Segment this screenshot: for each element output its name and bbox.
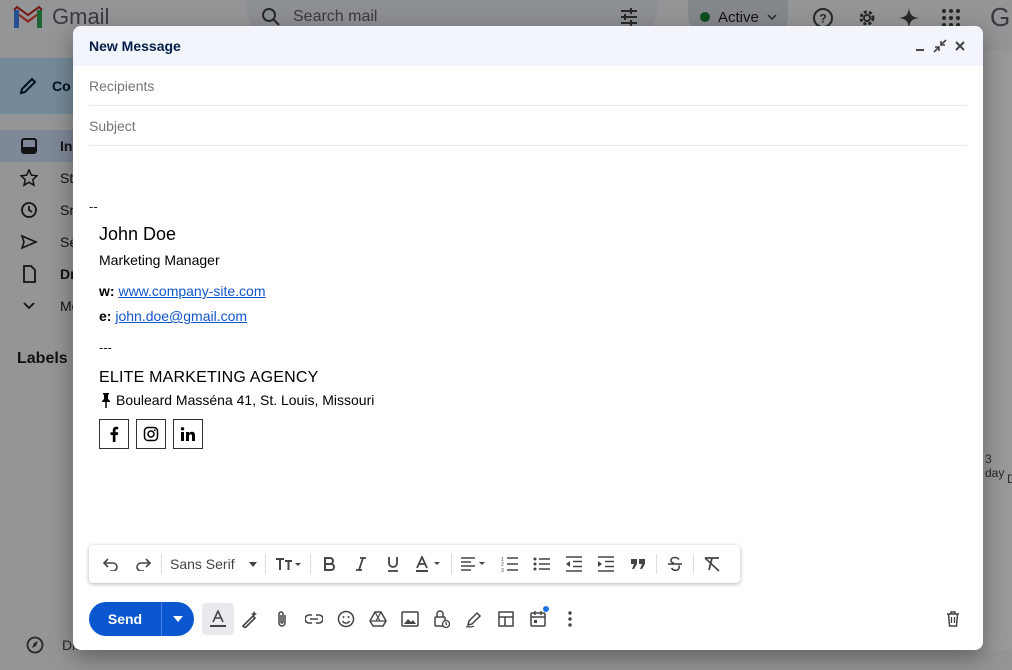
email-signature: John Doe Marketing Manager w: www.compan…	[99, 224, 374, 449]
toolbar-divider	[309, 554, 311, 574]
svg-text:3: 3	[501, 568, 504, 572]
signature-email-row: e: john.doe@gmail.com	[99, 308, 374, 324]
font-family-value: Sans Serif	[170, 556, 235, 572]
recipients-row	[89, 66, 967, 106]
linkedin-icon[interactable]	[173, 419, 203, 449]
signature-company: ELITE MARKETING AGENCY	[99, 369, 319, 386]
formatting-toolbar: Sans Serif 123	[89, 545, 740, 583]
bold-icon[interactable]	[313, 548, 345, 580]
toolbar-divider	[264, 554, 266, 574]
recipients-input[interactable]	[89, 77, 967, 94]
discard-draft-icon[interactable]	[937, 603, 969, 635]
toolbar-divider	[692, 554, 694, 574]
help-me-write-icon[interactable]	[234, 603, 266, 635]
signature-pen-icon[interactable]	[458, 603, 490, 635]
more-options-icon[interactable]	[554, 603, 586, 635]
signature-role: Marketing Manager	[99, 252, 220, 268]
send-button-group: Send	[89, 602, 194, 636]
text-color-icon[interactable]	[409, 548, 449, 580]
exit-fullscreen-icon[interactable]	[933, 39, 947, 53]
bulleted-list-icon[interactable]	[526, 548, 558, 580]
instagram-icon[interactable]	[136, 419, 166, 449]
font-size-icon[interactable]	[268, 548, 308, 580]
signature-name: John Doe	[99, 224, 177, 244]
font-family-select[interactable]: Sans Serif	[164, 548, 263, 580]
send-button[interactable]: Send	[89, 602, 161, 636]
toolbar-divider	[655, 554, 657, 574]
indent-less-icon[interactable]	[558, 548, 590, 580]
compose-header: New Message	[73, 26, 983, 66]
undo-icon[interactable]	[95, 548, 127, 580]
compose-title: New Message	[89, 38, 181, 54]
insert-link-icon[interactable]	[298, 603, 330, 635]
pushpin-icon	[102, 393, 110, 408]
close-icon[interactable]	[953, 39, 967, 53]
signature-separator: ---	[99, 340, 112, 355]
toolbar-divider	[161, 554, 162, 574]
redo-icon[interactable]	[127, 548, 159, 580]
signature-dash: --	[89, 199, 98, 214]
italic-icon[interactable]	[345, 548, 377, 580]
compose-bottom-bar: Send	[89, 602, 969, 636]
caret-down-icon	[173, 616, 183, 622]
quote-icon[interactable]	[622, 548, 654, 580]
signature-website-row: w: www.company-site.com	[99, 283, 374, 299]
clear-formatting-icon[interactable]	[696, 548, 728, 580]
website-label: w:	[99, 283, 115, 299]
indent-more-icon[interactable]	[590, 548, 622, 580]
caret-down-icon	[248, 561, 257, 567]
header-actions	[913, 39, 967, 53]
emoji-icon[interactable]	[330, 603, 362, 635]
align-icon[interactable]	[454, 548, 494, 580]
toolbar-divider	[450, 554, 452, 574]
insert-photo-icon[interactable]	[394, 603, 426, 635]
strikethrough-icon[interactable]	[659, 548, 691, 580]
google-drive-icon[interactable]	[362, 603, 394, 635]
email-link[interactable]: john.doe@gmail.com	[115, 308, 247, 324]
minimize-icon[interactable]	[913, 39, 927, 53]
attach-file-icon[interactable]	[266, 603, 298, 635]
underline-icon[interactable]	[377, 548, 409, 580]
website-link[interactable]: www.company-site.com	[118, 283, 265, 299]
layouts-icon[interactable]	[490, 603, 522, 635]
signature-address-row: Bouleard Masséna 41, St. Louis, Missouri	[99, 392, 374, 408]
social-links	[99, 419, 374, 449]
formatting-options-icon[interactable]	[202, 603, 234, 635]
confidential-mode-icon[interactable]	[426, 603, 458, 635]
schedule-send-dropdown[interactable]	[162, 602, 194, 636]
facebook-icon[interactable]	[99, 419, 129, 449]
signature-address: Bouleard Masséna 41, St. Louis, Missouri	[116, 392, 375, 408]
email-label: e:	[99, 308, 112, 324]
set-up-time-icon[interactable]	[522, 603, 554, 635]
compose-dialog: New Message -- John Doe Marketing Manage…	[73, 26, 983, 650]
new-feature-dot	[543, 606, 549, 612]
subject-input[interactable]	[89, 117, 967, 134]
subject-row	[89, 106, 967, 146]
numbered-list-icon[interactable]: 123	[494, 548, 526, 580]
